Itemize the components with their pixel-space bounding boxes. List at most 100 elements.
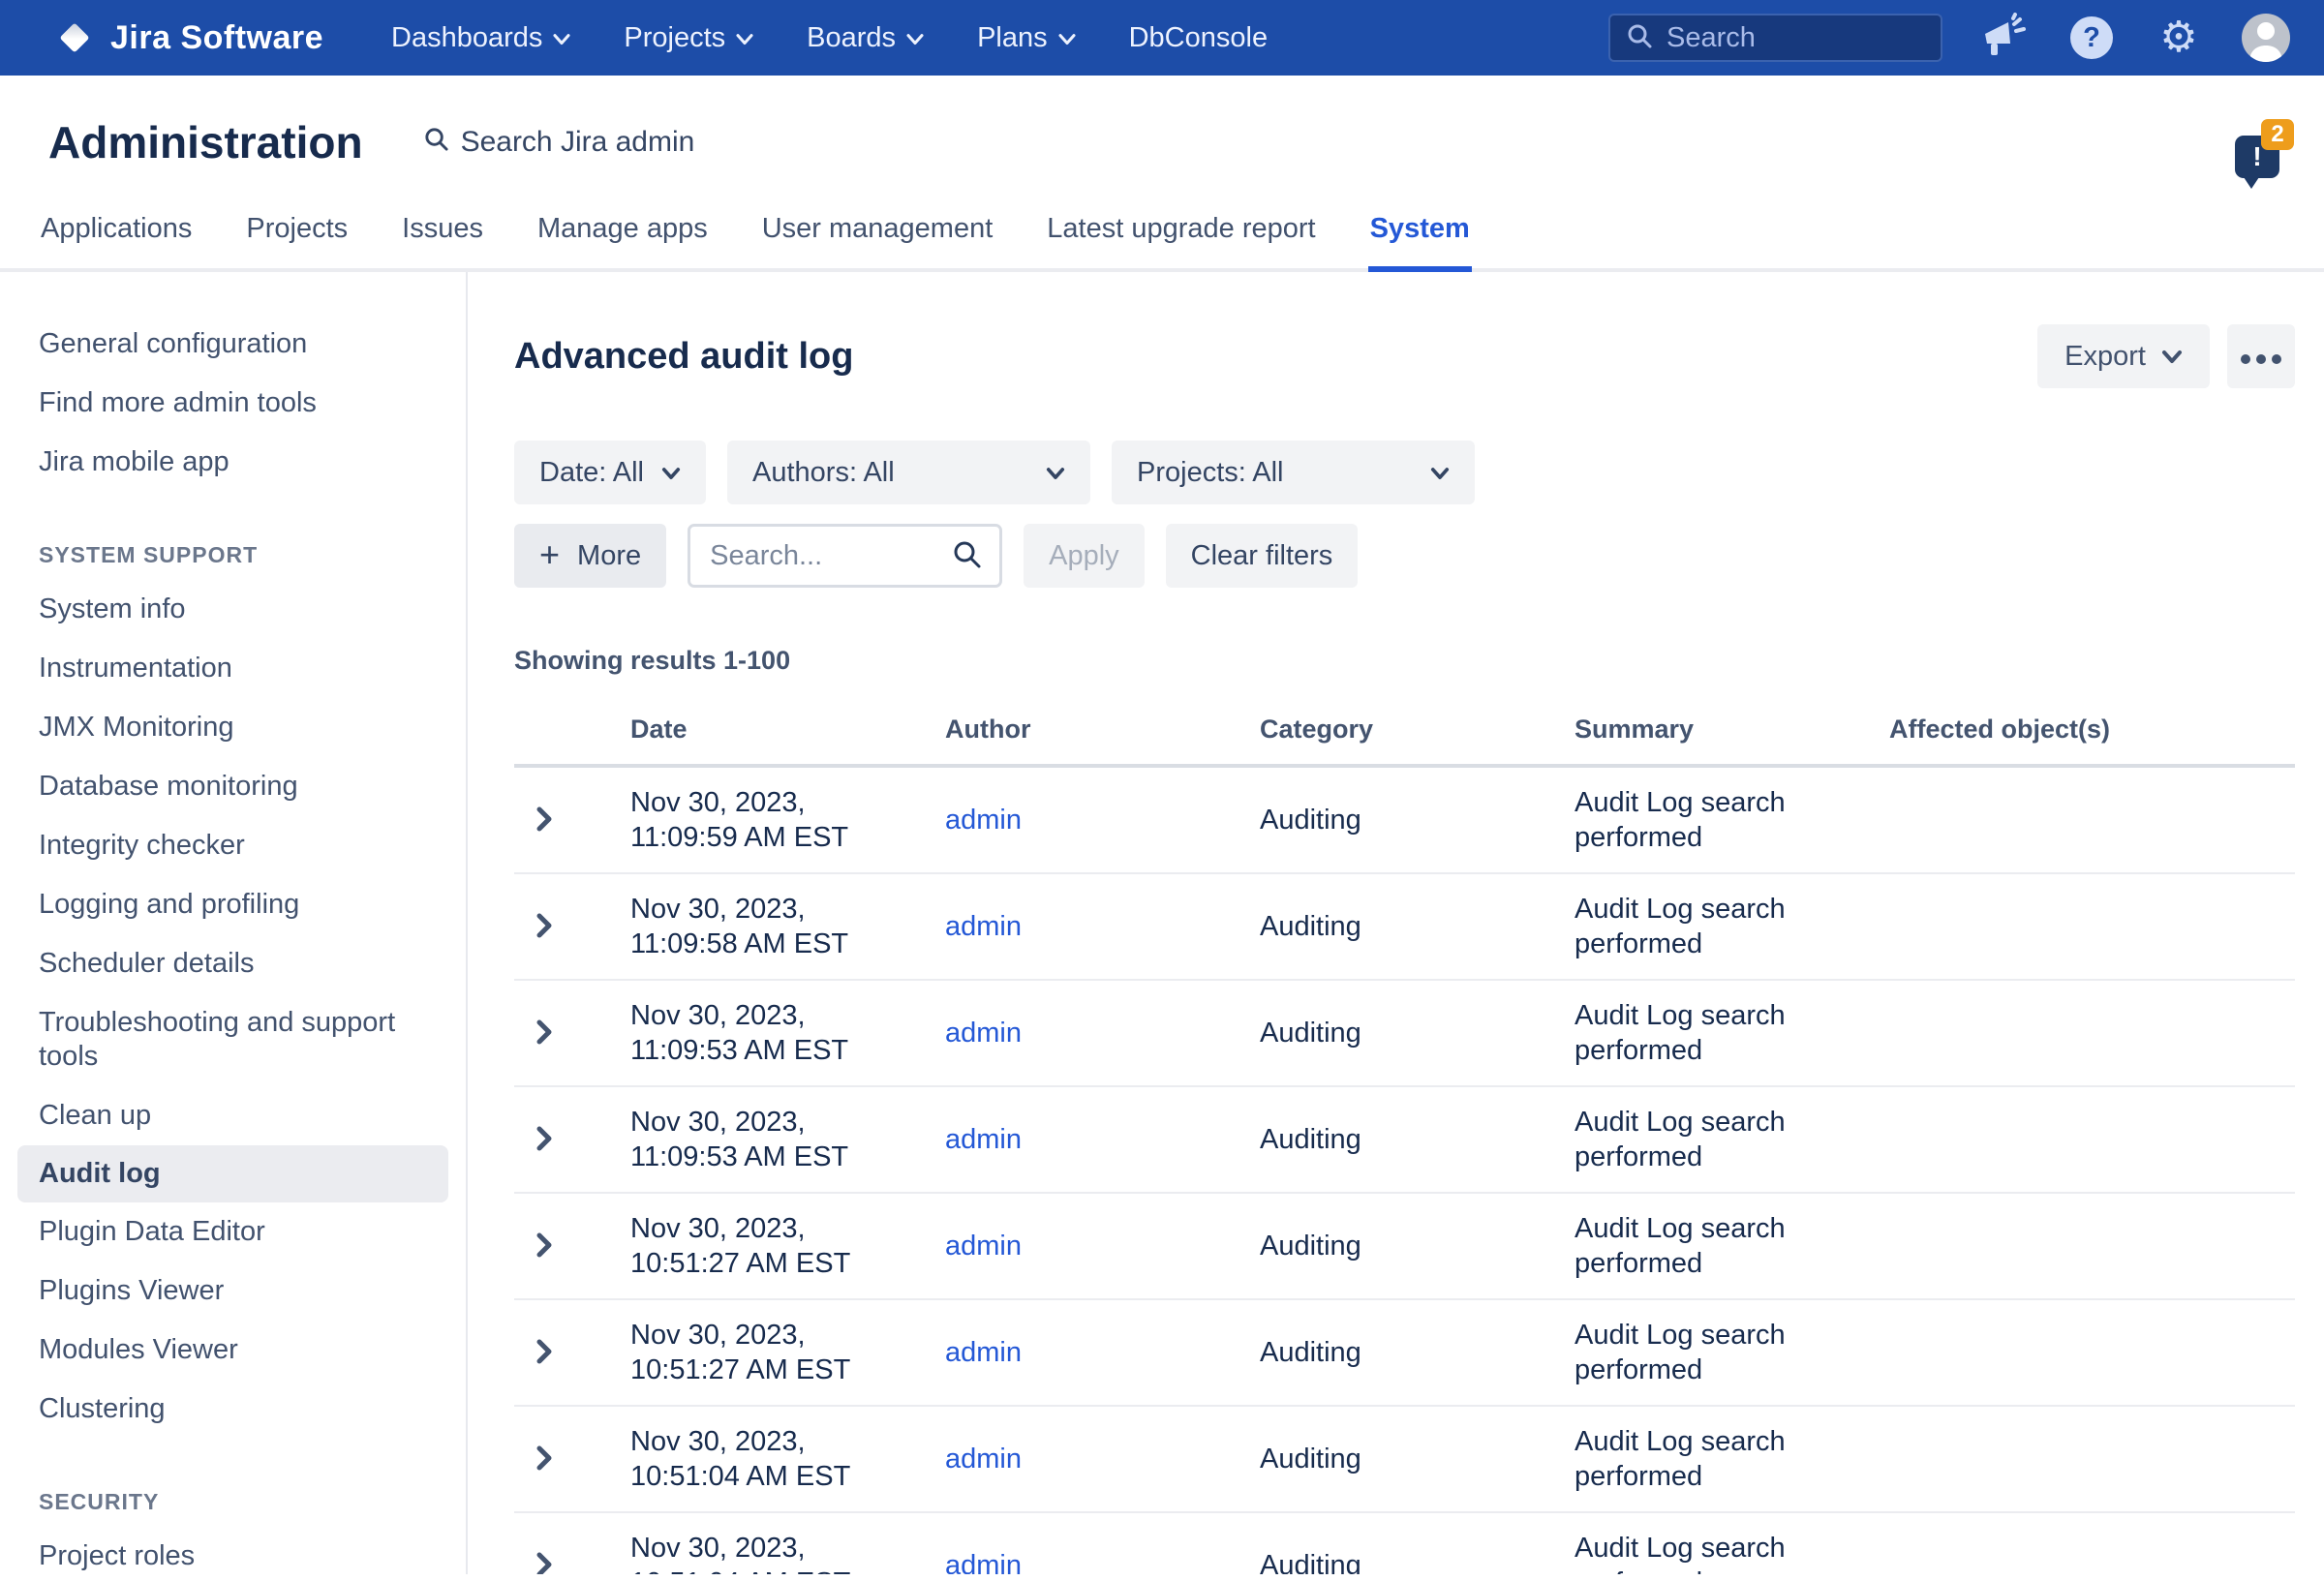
summary-text: Audit Log search performed — [1575, 1424, 1870, 1494]
filter-search[interactable] — [688, 524, 1002, 588]
chevron-down-icon — [2161, 341, 2183, 373]
sidebar-item-jira-mobile-app[interactable]: Jira mobile app — [0, 433, 466, 492]
chevron-right-icon — [534, 1444, 555, 1475]
expand-row-button[interactable] — [534, 1550, 555, 1575]
clear-filters-label: Clear filters — [1191, 540, 1333, 572]
sidebar-item-system-info[interactable]: System info — [0, 580, 466, 639]
table-row: Nov 30, 2023,11:09:58 AM ESTadminAuditin… — [514, 873, 2295, 980]
sidebar-item-plugin-data-editor[interactable]: Plugin Data Editor — [0, 1202, 466, 1262]
nav-item-boards[interactable]: Boards — [807, 22, 925, 54]
sidebar-item-scheduler-details[interactable]: Scheduler details — [0, 934, 466, 993]
more-actions-button[interactable] — [2227, 324, 2295, 388]
admin-search-label: Search Jira admin — [461, 126, 695, 159]
date-line: Nov 30, 2023, — [630, 892, 926, 927]
expand-row-button[interactable] — [534, 1231, 555, 1262]
more-filters-button[interactable]: + More — [514, 524, 666, 588]
settings-button[interactable]: ⚙ — [2154, 13, 2204, 63]
sidebar-item-troubleshooting-and-support-tools[interactable]: Troubleshooting and support tools — [0, 993, 466, 1086]
sidebar-item-instrumentation[interactable]: Instrumentation — [0, 639, 466, 698]
announcement-button[interactable] — [1979, 13, 2030, 63]
sidebar-item-project-roles[interactable]: Project roles — [0, 1527, 466, 1574]
nav-item-plans[interactable]: Plans — [977, 22, 1077, 54]
page-title: Administration — [48, 116, 363, 168]
clear-filters-button[interactable]: Clear filters — [1166, 524, 1359, 588]
time-line: 10:51:04 AM EST — [630, 1566, 926, 1574]
author-link[interactable]: admin — [945, 805, 1022, 836]
nav-item-dbconsole[interactable]: DbConsole — [1129, 22, 1268, 54]
sidebar-item-plugins-viewer[interactable]: Plugins Viewer — [0, 1262, 466, 1321]
sidebar-item-clustering[interactable]: Clustering — [0, 1380, 466, 1439]
date-line: Nov 30, 2023, — [630, 1318, 926, 1353]
help-button[interactable]: ? — [2066, 13, 2117, 63]
export-button[interactable]: Export — [2037, 324, 2210, 388]
chevron-down-icon — [735, 22, 754, 54]
date-filter[interactable]: Date: All — [514, 441, 706, 504]
cell-category: Auditing — [1240, 1512, 1555, 1574]
nav-search[interactable] — [1608, 14, 1942, 62]
sidebar-item-database-monitoring[interactable]: Database monitoring — [0, 757, 466, 816]
sidebar-item-general-configuration[interactable]: General configuration — [0, 315, 466, 374]
sidebar-section-system-support: SYSTEM SUPPORT — [39, 542, 466, 568]
nav-item-projects[interactable]: Projects — [624, 22, 754, 54]
jira-logo-icon — [54, 17, 95, 58]
author-link[interactable]: admin — [945, 911, 1022, 942]
summary-text: Audit Log search performed — [1575, 998, 1870, 1068]
cell-summary: Audit Log search performed — [1555, 1512, 1870, 1574]
expand-row-button[interactable] — [534, 1018, 555, 1049]
tab-system[interactable]: System — [1368, 213, 1472, 268]
date-line: Nov 30, 2023, — [630, 785, 926, 820]
admin-search-link[interactable]: Search Jira admin — [423, 126, 695, 160]
tab-latest-upgrade-report[interactable]: Latest upgrade report — [1045, 213, 1317, 268]
cell-summary: Audit Log search performed — [1555, 1299, 1870, 1406]
projects-filter-label: Projects: All — [1137, 457, 1284, 489]
expand-row-button[interactable] — [534, 805, 555, 836]
tab-manage-apps[interactable]: Manage apps — [535, 213, 710, 268]
time-line: 10:51:04 AM EST — [630, 1459, 926, 1494]
sidebar-item-logging-and-profiling[interactable]: Logging and profiling — [0, 875, 466, 934]
table-header-row: DateAuthorCategorySummaryAffected object… — [514, 705, 2295, 766]
tab-user-management[interactable]: User management — [760, 213, 995, 268]
table-row: Nov 30, 2023,11:09:53 AM EST admin Auditin… — [514, 1086, 2295, 1193]
time-line: 11:09:53 AM EST — [630, 1033, 926, 1068]
tab-issues[interactable]: Issues — [400, 213, 485, 268]
cell-date: Nov 30, 2023,11:09:53 AM EST — [611, 1086, 926, 1193]
search-icon — [951, 538, 982, 574]
tab-projects[interactable]: Projects — [244, 213, 350, 268]
primary-nav: Dashboards Projects Boards Plans DbConsole — [391, 22, 1268, 54]
expand-row-button[interactable] — [534, 1444, 555, 1475]
sidebar-item-audit-log[interactable]: Audit log — [17, 1145, 448, 1202]
nav-search-input[interactable] — [1665, 21, 2034, 55]
sidebar-item-integrity-checker[interactable]: Integrity checker — [0, 816, 466, 875]
sidebar-item-jmx-monitoring[interactable]: JMX Monitoring — [0, 698, 466, 757]
date-line: Nov 30, 2023, — [630, 1211, 926, 1246]
author-link[interactable]: admin — [945, 1231, 1022, 1262]
expand-row-button[interactable] — [534, 1124, 555, 1156]
tab-applications[interactable]: Applications — [39, 213, 194, 268]
cell-category: Auditing — [1240, 1086, 1555, 1193]
chevron-right-icon — [534, 911, 555, 943]
sidebar-item-modules-viewer[interactable]: Modules Viewer — [0, 1321, 466, 1380]
apply-label: Apply — [1049, 540, 1119, 572]
cell-affected-objects — [1870, 1193, 2295, 1299]
author-link[interactable]: admin — [945, 1444, 1022, 1475]
sidebar-item-clean-up[interactable]: Clean up — [0, 1086, 466, 1145]
authors-filter[interactable]: Authors: All — [727, 441, 1090, 504]
profile-button[interactable] — [2241, 13, 2291, 63]
nav-item-label: Projects — [624, 22, 725, 54]
author-link[interactable]: admin — [945, 1124, 1022, 1155]
filter-search-input[interactable] — [708, 539, 941, 573]
projects-filter[interactable]: Projects: All — [1112, 441, 1475, 504]
notification-button[interactable]: ! 2 — [2235, 136, 2279, 178]
author-link[interactable]: admin — [945, 1550, 1022, 1574]
author-link[interactable]: admin — [945, 1337, 1022, 1368]
sidebar-item-find-more-admin-tools[interactable]: Find more admin tools — [0, 374, 466, 433]
expand-row-button[interactable] — [534, 911, 555, 943]
cell-summary: Audit Log search performed — [1555, 1086, 1870, 1193]
expand-row-button[interactable] — [534, 1337, 555, 1369]
jira-logo[interactable]: Jira Software — [54, 17, 323, 58]
cell-category: Auditing — [1240, 1406, 1555, 1512]
apply-button[interactable]: Apply — [1024, 524, 1145, 588]
nav-item-dashboards[interactable]: Dashboards — [391, 22, 571, 54]
audit-log-table: DateAuthorCategorySummaryAffected object… — [514, 705, 2295, 1574]
author-link[interactable]: admin — [945, 1018, 1022, 1049]
